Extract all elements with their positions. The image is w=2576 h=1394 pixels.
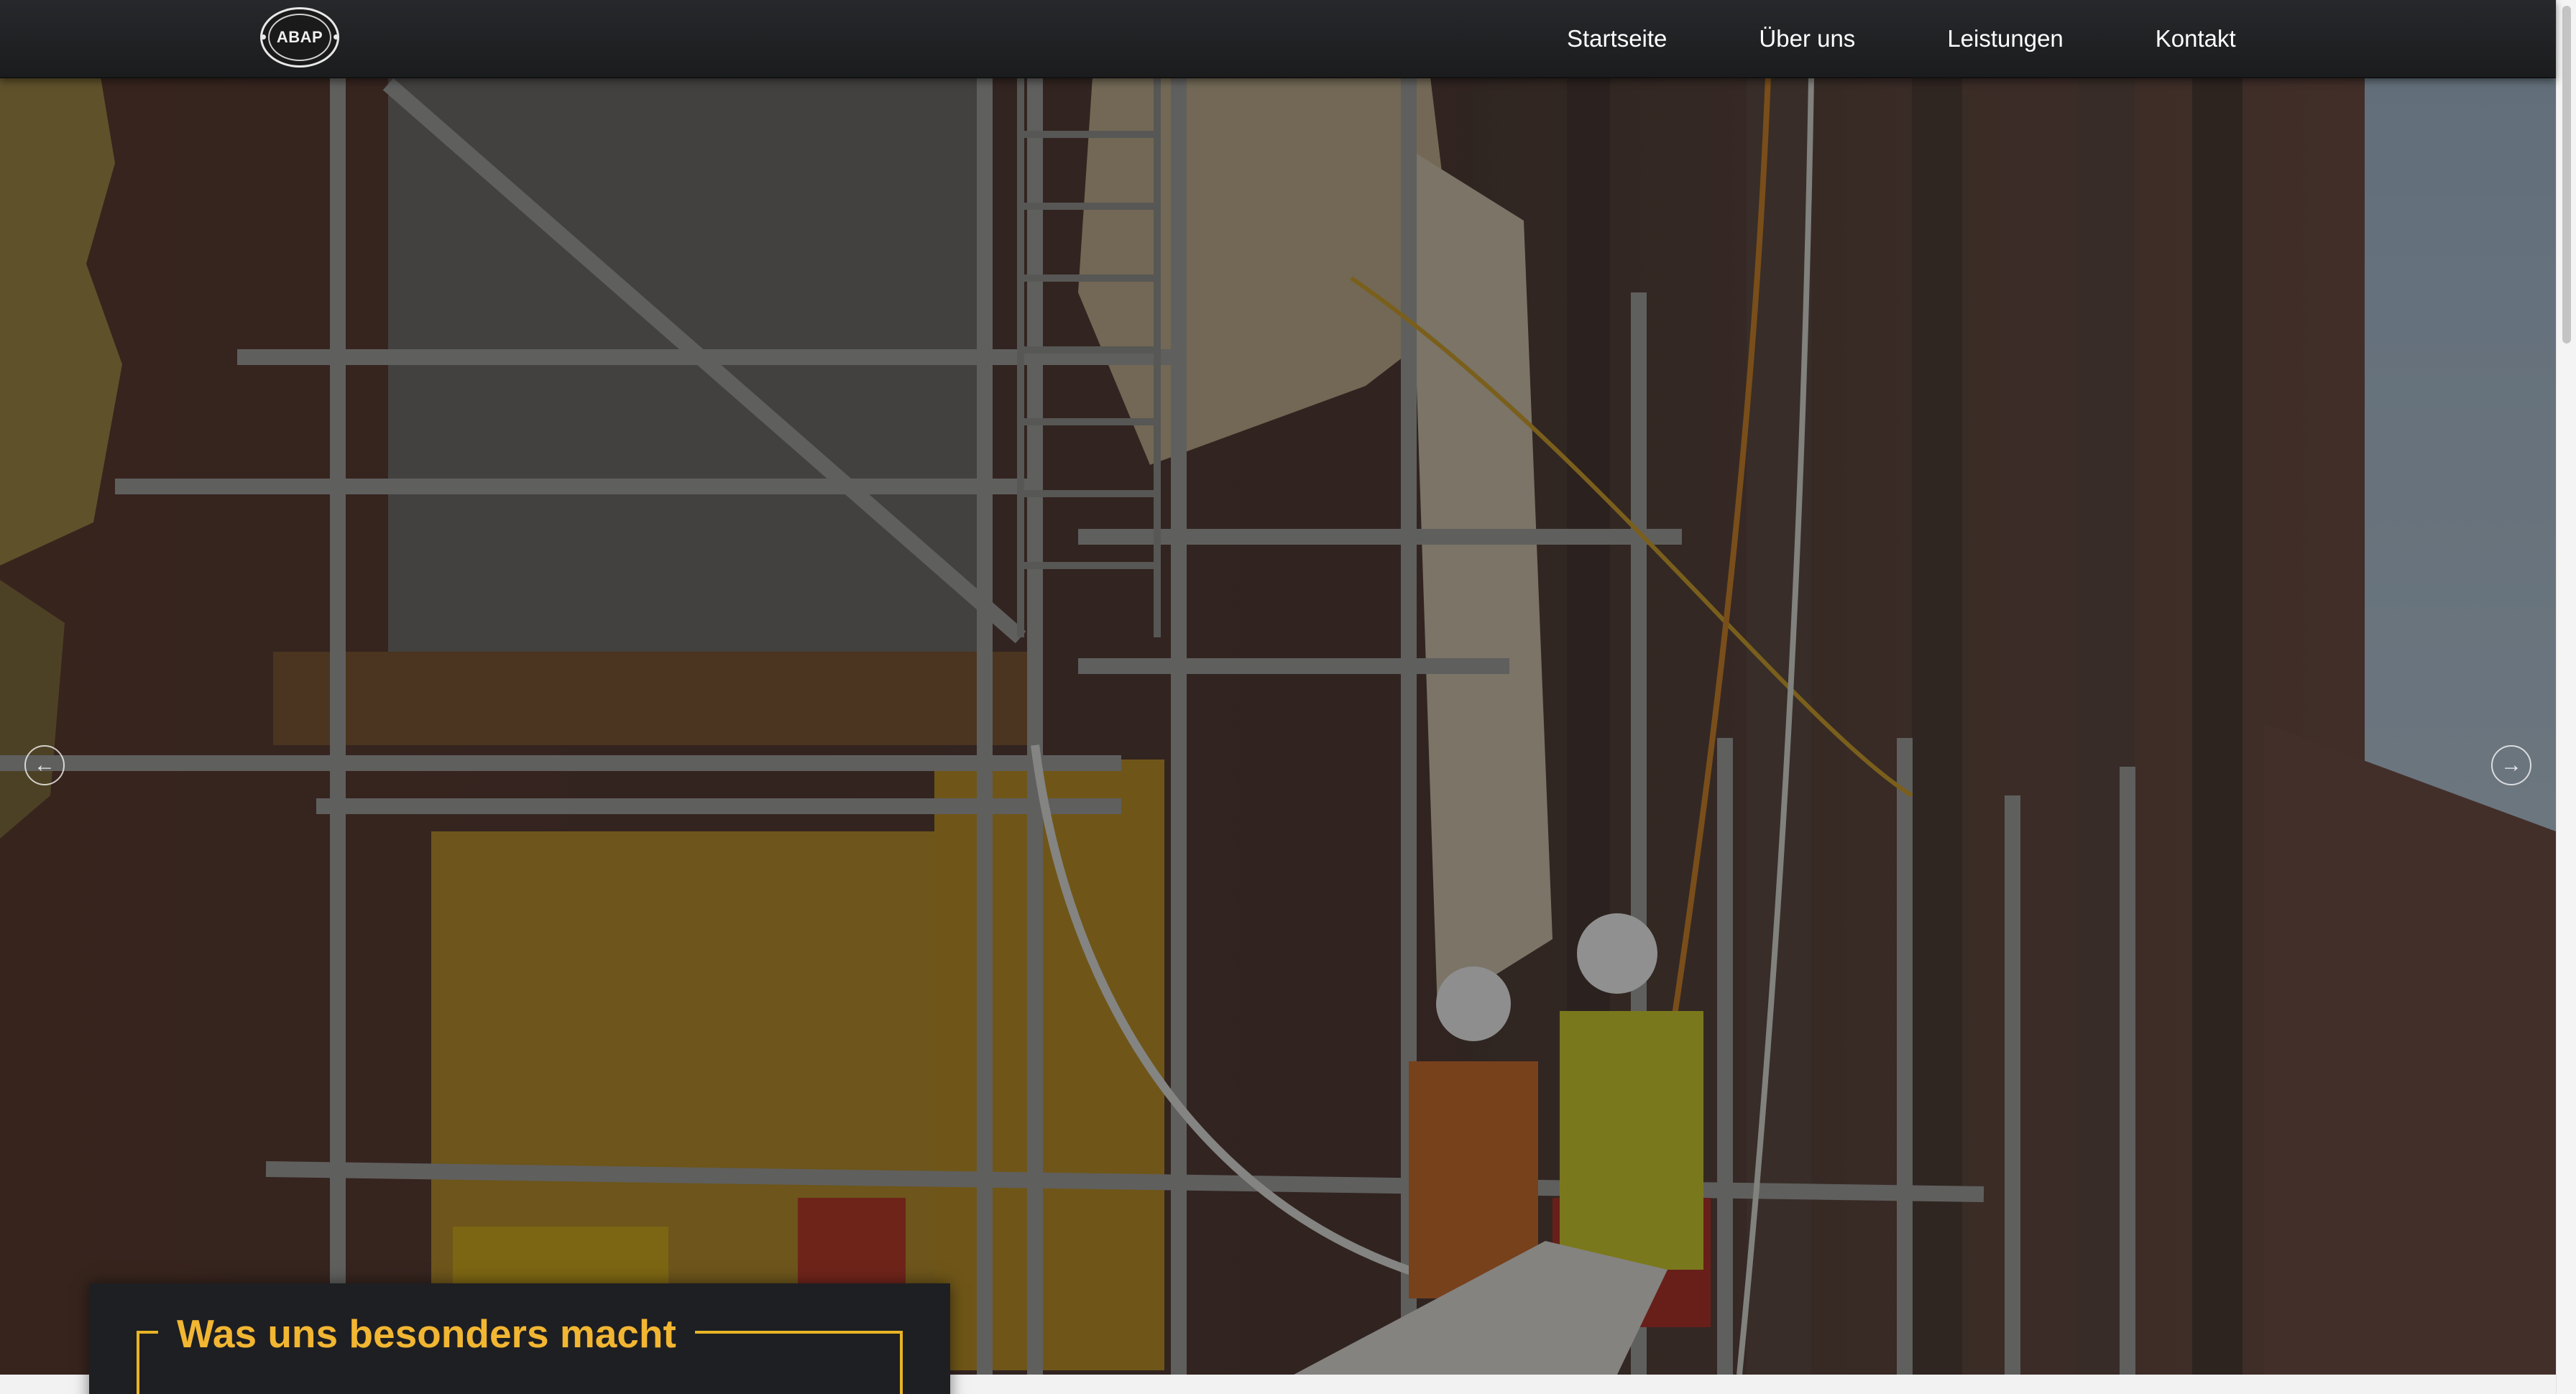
carousel-prev-button[interactable]: ← <box>24 745 65 785</box>
carousel-next-button[interactable]: → <box>2491 745 2531 785</box>
nav-item-startseite[interactable]: Startseite <box>1567 25 1667 52</box>
hero-carousel: ← → <box>0 77 2556 1375</box>
feature-card: Was uns besonders macht <box>89 1283 950 1394</box>
page-scrollbar[interactable] <box>2556 0 2576 1394</box>
page: ABAP Startseite Über uns Leistungen Kont… <box>0 0 2576 1394</box>
arrow-right-icon: → <box>2501 753 2522 777</box>
hero-overlay <box>0 77 2556 1375</box>
top-navbar: ABAP Startseite Über uns Leistungen Kont… <box>0 0 2556 78</box>
logo-text: ABAP <box>276 28 323 46</box>
nav-item-kontakt[interactable]: Kontakt <box>2156 25 2236 52</box>
scrollbar-thumb[interactable] <box>2562 6 2571 343</box>
main-nav: Startseite Über uns Leistungen Kontakt <box>1567 0 2236 77</box>
arrow-left-icon: ← <box>34 753 55 777</box>
brand-logo[interactable]: ABAP <box>260 7 339 68</box>
logo-emblem: ABAP <box>261 14 339 61</box>
nav-item-leistungen[interactable]: Leistungen <box>1947 25 2063 52</box>
nav-item-ueber-uns[interactable]: Über uns <box>1759 25 1855 52</box>
feature-card-title: Was uns besonders macht <box>158 1312 695 1355</box>
